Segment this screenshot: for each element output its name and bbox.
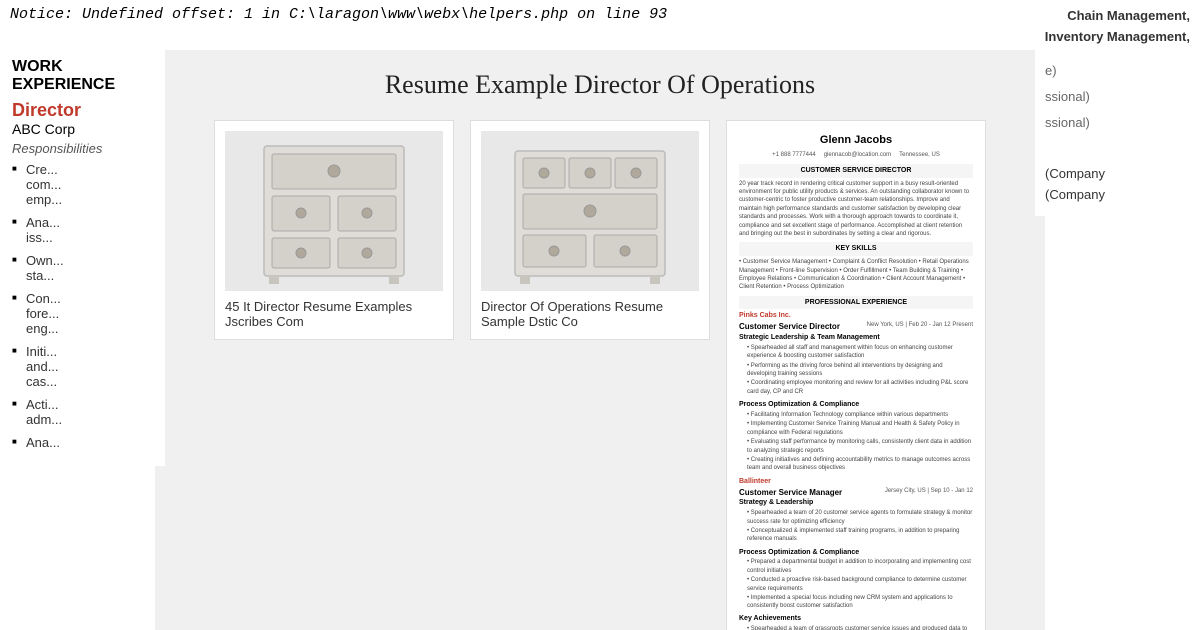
card-2-label: Director Of Operations Resume Sample Dst… <box>481 299 699 329</box>
bullet-list: Cre...com...emp... Ana...iss... Own...st… <box>12 162 153 450</box>
bullet-p2-2: • Conducted a proactive risk-based backg… <box>739 576 973 593</box>
page-title: Resume Example Director Of Operations <box>175 70 1025 100</box>
strategy-section-2: Strategy & Leadership • Spearheaded a te… <box>739 498 973 543</box>
resume-card-inner: Glenn Jacobs +1 888 7777444 glennacob@lo… <box>727 121 985 630</box>
bullet-6: Acti...adm... <box>12 397 153 427</box>
bullet-p4: • Creating initiatives and defining acco… <box>739 456 973 473</box>
resume-summary: 20 year track record in rendering critic… <box>739 180 973 239</box>
director-title: Director <box>12 100 153 121</box>
company-name-2: Ballinteer <box>739 478 771 485</box>
bullet-s2-2: • Conceptualized & implemented staff tra… <box>739 527 973 544</box>
bullet-p1: • Facilitating Information Technology co… <box>739 411 973 419</box>
role-title-2: Customer Service Manager <box>739 488 842 497</box>
company-2: Ballinteer <box>739 477 973 487</box>
bullet-1: Cre...com...emp... <box>12 162 153 207</box>
furniture-card-2[interactable]: Director Of Operations Resume Sample Dst… <box>470 120 710 340</box>
work-experience-title: WORK EXPERIENCE <box>12 58 153 94</box>
strategy-section: Strategic Leadership & Team Management •… <box>739 333 973 396</box>
role-row-1: Customer Service Director New York, US |… <box>739 321 973 333</box>
strategy-title: Strategic Leadership & Team Management <box>739 333 973 343</box>
company-name: ABC Corp <box>12 121 153 137</box>
resume-email: glennacob@location.com <box>824 151 891 159</box>
right-extra-2: (Company <box>1045 187 1190 202</box>
resume-name: Glenn Jacobs <box>739 133 973 148</box>
furniture-image-2 <box>481 131 699 291</box>
role-row-2: Customer Service Manager Jersey City, US… <box>739 487 973 499</box>
resume-card[interactable]: Glenn Jacobs +1 888 7777444 glennacob@lo… <box>726 120 986 630</box>
right-item-3: ssional) <box>1045 110 1190 136</box>
bullet-p2: • Implementing Customer Service Training… <box>739 420 973 437</box>
strategy-title-2: Strategy & Leadership <box>739 498 973 508</box>
company-name-1: Pinks Cabs Inc. <box>739 312 791 319</box>
right-extra-1: (Company <box>1045 166 1190 181</box>
cards-row: 45 It Director Resume Examples Jscribes … <box>175 120 1025 630</box>
right-panel-extra: (Company (Company <box>1045 166 1190 202</box>
dates-1: New York, US | Feb 20 - Jan 12 Present <box>867 321 973 329</box>
responsibilities-label: Responsibilities <box>12 141 153 156</box>
right-item-1: e) <box>1045 58 1190 84</box>
card-1-label: 45 It Director Resume Examples Jscribes … <box>225 299 443 329</box>
notice-message: Notice: Undefined offset: 1 in C:\larago… <box>10 6 667 23</box>
skill-inventory: Inventory Management, <box>1045 27 1190 48</box>
professional-experience-title: PROFESSIONAL EXPERIENCE <box>739 296 973 310</box>
right-panel: e) ssional) ssional) (Company (Company <box>1035 50 1200 216</box>
resume-skills: • Customer Service Management • Complain… <box>739 258 973 292</box>
dates-2: Jersey City, US | Sep 10 - Jan 12 <box>885 487 973 495</box>
key-achievements-2: Key Achievements • Spearheaded a team of… <box>739 614 973 630</box>
process-title-2: Process Optimization & Compliance <box>739 548 973 558</box>
bullet-5: Initi...and...cas... <box>12 344 153 389</box>
bullet-s1: • Spearheaded all staff and management w… <box>739 344 973 361</box>
notice-text: Notice: Undefined offset: 1 in C:\larago… <box>10 6 870 23</box>
role-title-1: Customer Service Director <box>739 322 840 331</box>
company-1: Pinks Cabs Inc. <box>739 311 973 321</box>
achievements-title: Key Achievements <box>739 614 973 624</box>
bullet-s2: • Performing as the driving force behind… <box>739 362 973 379</box>
process-section: Process Optimization & Compliance • Faci… <box>739 400 973 473</box>
resume-location: Tennessee, US <box>899 151 940 159</box>
main-content: Resume Example Director Of Operations <box>155 50 1045 630</box>
process-section-2: Process Optimization & Compliance • Prep… <box>739 548 973 611</box>
bullet-p3: • Evaluating staff performance by monito… <box>739 438 973 455</box>
dresser-svg-2 <box>500 136 680 286</box>
left-panel: WORK EXPERIENCE Director ABC Corp Respon… <box>0 50 165 466</box>
dresser-svg-1 <box>244 136 424 286</box>
resume-contact: +1 888 7777444 glennacob@location.com Te… <box>739 151 973 159</box>
bullet-s2-1: • Spearheaded a team of 20 customer serv… <box>739 509 973 526</box>
skill-chain: Chain Management, <box>1045 6 1190 27</box>
right-panel-items: e) ssional) ssional) <box>1045 58 1190 136</box>
bullet-p2-1: • Prepared a departmental budget in addi… <box>739 558 973 575</box>
bullet-7: Ana... <box>12 435 153 450</box>
key-skills-title: KEY SKILLS <box>739 242 973 256</box>
bullet-p2-3: • Implemented a special focus including … <box>739 594 973 611</box>
process-title: Process Optimization & Compliance <box>739 400 973 410</box>
bullet-2: Ana...iss... <box>12 215 153 245</box>
bullet-3: Own...sta... <box>12 253 153 283</box>
resume-phone: +1 888 7777444 <box>772 151 816 159</box>
bullet-4: Con...fore...eng... <box>12 291 153 336</box>
furniture-image-1 <box>225 131 443 291</box>
resume-job-title-header: Customer Service Director <box>739 164 973 178</box>
bullet-s3: • Coordinating employee monitoring and r… <box>739 379 973 396</box>
achievement-1: • Spearheaded a team of grassroots custo… <box>739 625 973 630</box>
right-item-2: ssional) <box>1045 84 1190 110</box>
furniture-card-1[interactable]: 45 It Director Resume Examples Jscribes … <box>214 120 454 340</box>
